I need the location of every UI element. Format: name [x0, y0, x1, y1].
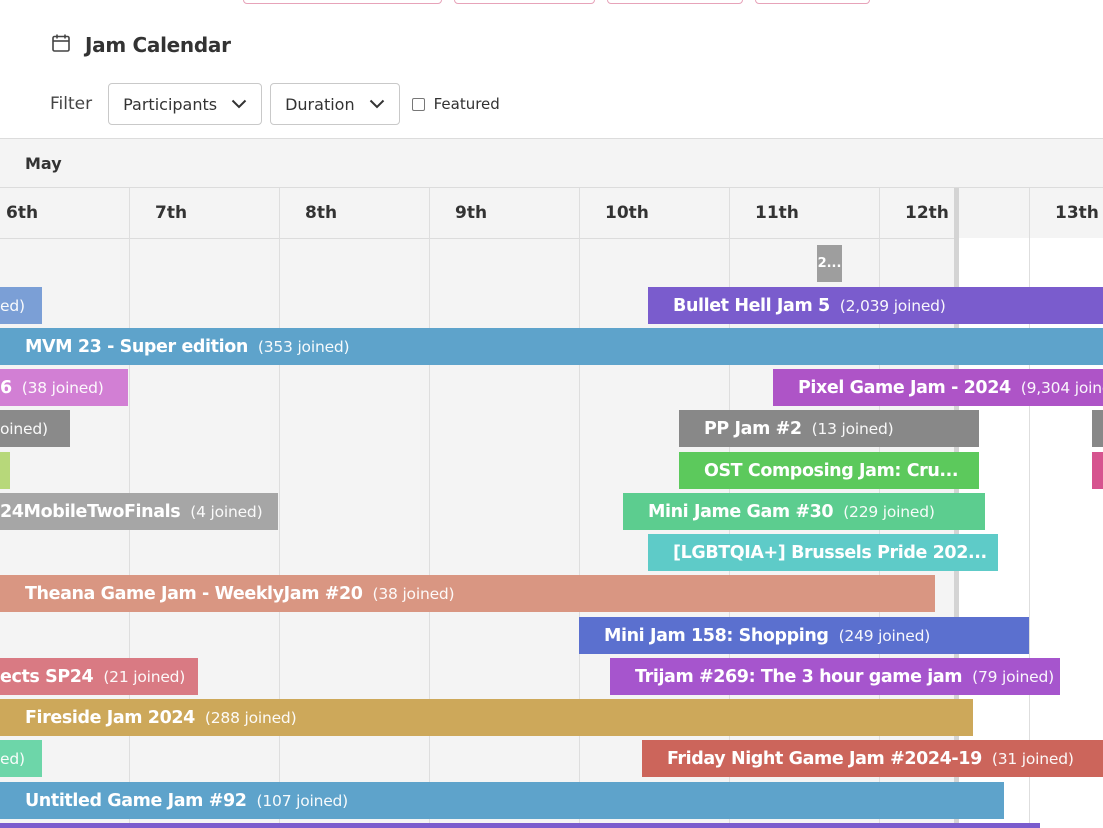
jam-participants: (31 joined): [991, 749, 1074, 768]
jam-bar[interactable]: ed): [0, 740, 42, 777]
jam-bar[interactable]: MVM 23 - Super edition (353 joined): [0, 328, 1103, 365]
page-title: Jam Calendar: [85, 33, 231, 57]
jam-name: Pixel Game Jam - 2024: [798, 377, 1011, 398]
day-label: 12th: [905, 203, 949, 223]
top-tab[interactable]: [454, 0, 595, 4]
duration-dropdown[interactable]: Duration: [270, 83, 400, 125]
jam-bar[interactable]: Friday Night Game Jam #2024-19 (31 joine…: [642, 740, 1103, 777]
jam-bar[interactable]: Fireside Jam 2024 (288 joined): [0, 699, 973, 736]
jam-participants: (21 joined): [103, 667, 186, 686]
day-label: 11th: [755, 203, 799, 223]
jam-calendar: May 6th 7th 8th 9th 10th 11th 12th 13th …: [0, 138, 1103, 828]
jam-bar[interactable]: oined): [0, 410, 70, 447]
jam-bar[interactable]: Pixel Game Jam - 2024 (9,304 joined): [773, 369, 1103, 406]
jam-participants: (38 joined): [372, 584, 455, 603]
jam-participants: (38 joined): [21, 378, 104, 397]
jam-name: Fireside Jam 2024: [25, 707, 195, 728]
jam-participants: (249 joined): [838, 626, 931, 645]
jam-participants: (353 joined): [257, 337, 350, 356]
jam-bar[interactable]: 24MobileTwoFinals (4 joined): [0, 493, 278, 530]
jam-bar[interactable]: [1092, 452, 1103, 489]
jam-participants: (107 joined): [256, 791, 349, 810]
jam-bar[interactable]: Bullet Hell Jam 5 (2,039 joined): [648, 287, 1103, 324]
jam-name: 2...: [817, 256, 842, 271]
jam-bar[interactable]: Untitled Game Jam #92 (107 joined): [0, 782, 1004, 819]
jam-name: Trijam #269: The 3 hour game jam: [635, 666, 963, 687]
jam-name: ects SP24: [0, 666, 94, 687]
day-label: 7th: [155, 203, 188, 223]
jam-bar[interactable]: [0, 452, 10, 489]
jam-name: [LGBTQIA+] Brussels Pride 202...: [673, 542, 987, 563]
jam-bar[interactable]: OST Composing Jam: Cru...: [679, 452, 979, 489]
jam-bar[interactable]: Mini Jam 158: Shopping (249 joined): [579, 617, 1029, 654]
jam-participants: (13 joined): [811, 419, 894, 438]
jam-bar[interactable]: [LGBTQIA+] Brussels Pride 202...: [648, 534, 998, 571]
jam-name: OST Composing Jam: Cru...: [704, 460, 959, 481]
jam-name: Mini Jame Gam #30: [648, 501, 834, 522]
featured-filter[interactable]: Featured: [411, 95, 500, 113]
jam-participants: (79 joined): [972, 667, 1054, 686]
jam-participants: oined): [0, 419, 48, 438]
jam-name: 24MobileTwoFinals: [0, 501, 181, 522]
month-row: May: [0, 139, 1103, 188]
jam-participants: (229 joined): [843, 502, 935, 521]
jam-bar[interactable]: Mini Jame Gam #30 (229 joined): [623, 493, 985, 530]
jam-bar[interactable]: [0, 823, 1040, 828]
jam-participants: (9,304 joined): [1020, 378, 1103, 397]
day-label: 8th: [305, 203, 338, 223]
calendar-header: Jam Calendar: [51, 30, 231, 60]
jam-bar[interactable]: 2...: [817, 245, 842, 282]
filter-bar: Filter Participants Duration Featured: [50, 82, 500, 126]
chevron-down-icon: [231, 99, 247, 109]
participants-dropdown-label: Participants: [123, 94, 218, 114]
day-label: 10th: [605, 203, 649, 223]
jam-participants: ed): [0, 296, 25, 315]
top-tab[interactable]: [755, 0, 870, 4]
day-label: 13th: [1055, 203, 1099, 223]
jam-name: Bullet Hell Jam 5: [673, 295, 830, 316]
jam-bar[interactable]: Theana Game Jam - WeeklyJam #20 (38 join…: [0, 575, 935, 612]
jam-participants: (288 joined): [204, 708, 297, 727]
jam-name: Untitled Game Jam #92: [25, 790, 247, 811]
duration-dropdown-label: Duration: [285, 94, 355, 114]
jam-participants: ed): [0, 749, 25, 768]
featured-label: Featured: [433, 95, 500, 113]
day-label: 9th: [455, 203, 488, 223]
jam-name: Friday Night Game Jam #2024-19: [667, 748, 982, 769]
jam-name: 6: [0, 377, 12, 398]
calendar-icon: [51, 33, 71, 57]
filter-label: Filter: [50, 94, 93, 114]
jam-name: Mini Jam 158: Shopping: [604, 625, 829, 646]
chevron-down-icon: [369, 99, 384, 109]
featured-checkbox[interactable]: [411, 97, 425, 111]
jam-bar[interactable]: ects SP24 (21 joined): [0, 658, 198, 695]
month-label: May: [25, 154, 62, 173]
top-tab[interactable]: [243, 0, 442, 4]
day-header-row: 6th 7th 8th 9th 10th 11th 12th 13th: [0, 188, 1103, 239]
jam-name: Theana Game Jam - WeeklyJam #20: [25, 583, 363, 604]
top-tab[interactable]: [607, 0, 743, 4]
participants-dropdown[interactable]: Participants: [108, 83, 263, 125]
jam-participants: (2,039 joined): [839, 296, 946, 315]
jam-name: MVM 23 - Super edition: [25, 336, 248, 357]
day-gridline: [1029, 188, 1030, 828]
jam-bar[interactable]: Trijam #269: The 3 hour game jam (79 joi…: [610, 658, 1060, 695]
jam-bar[interactable]: ed): [0, 287, 42, 324]
jam-participants: (4 joined): [190, 502, 263, 521]
jam-bar[interactable]: 6 (38 joined): [0, 369, 128, 406]
jam-bar[interactable]: [1092, 410, 1103, 447]
jam-name: PP Jam #2: [704, 418, 802, 439]
jam-bar[interactable]: PP Jam #2 (13 joined): [679, 410, 979, 447]
day-label: 6th: [6, 203, 39, 223]
